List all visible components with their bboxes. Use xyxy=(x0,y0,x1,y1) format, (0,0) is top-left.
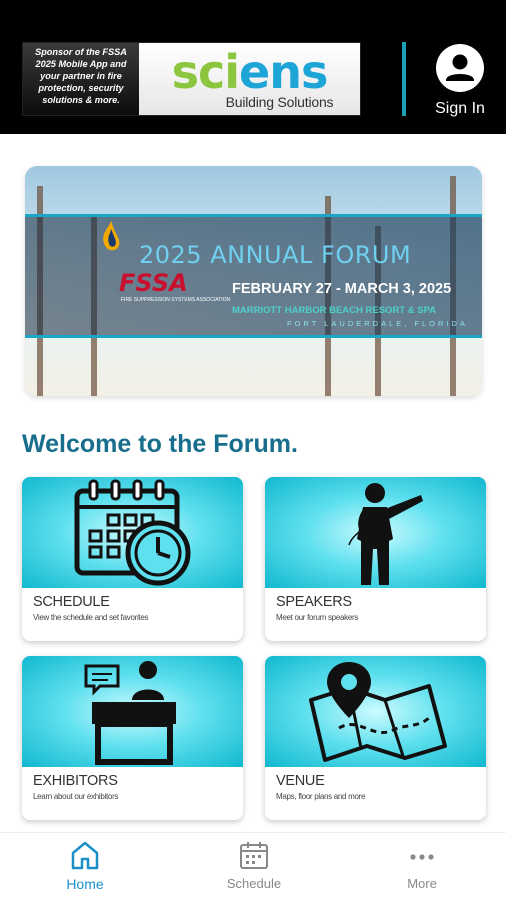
venue-card-subtitle: Maps, floor plans and more xyxy=(276,792,366,801)
nav-more-label: More xyxy=(407,876,437,891)
schedule-card[interactable]: SCHEDULE View the schedule and set favor… xyxy=(22,477,243,641)
fssa-tagline: FIRE SUPPRESSION SYSTEMS ASSOCIATION xyxy=(121,297,231,303)
sponsor-banner[interactable]: Sponsor of the FSSA 2025 Mobile App and … xyxy=(22,42,361,116)
speakers-card[interactable]: SPEAKERS Meet our forum speakers xyxy=(265,477,486,641)
home-icon xyxy=(71,841,99,870)
speakers-card-subtitle: Meet our forum speakers xyxy=(276,613,359,622)
fssa-logo-text: FSSA xyxy=(119,269,188,297)
map-pin-icon xyxy=(309,662,447,762)
sign-in-label: Sign In xyxy=(435,100,485,117)
exhibitors-card[interactable]: EXHIBITORS Learn about our exhibitors xyxy=(22,656,243,820)
venue-card-title: VENUE xyxy=(276,773,325,789)
exhibitors-card-title: EXHIBITORS xyxy=(33,773,118,789)
calendar-icon xyxy=(240,842,268,869)
nav-more[interactable]: More xyxy=(372,839,472,897)
app-header: Sponsor of the FSSA 2025 Mobile App and … xyxy=(0,0,506,134)
nav-home[interactable]: Home xyxy=(35,839,135,897)
nav-schedule-label: Schedule xyxy=(226,876,282,891)
forum-banner[interactable]: FSSA FIRE SUPPRESSION SYSTEMS ASSOCIATIO… xyxy=(25,166,482,396)
exhibitors-card-subtitle: Learn about our exhibitors xyxy=(33,792,119,801)
forum-dates: FEBRUARY 27 - MARCH 3, 2025 xyxy=(232,281,452,297)
nav-schedule[interactable]: Schedule xyxy=(204,839,304,897)
brand-name: sciens xyxy=(171,44,329,99)
forum-venue: MARRIOTT HARBOR BEACH RESORT & SPA xyxy=(232,305,437,316)
schedule-card-title: SCHEDULE xyxy=(33,594,110,610)
nav-home-label: Home xyxy=(66,876,104,892)
bottom-nav: Home Schedule More xyxy=(0,832,506,900)
speakers-card-title: SPEAKERS xyxy=(276,594,352,610)
forum-title: 2025 ANNUAL FORUM xyxy=(139,241,412,269)
forum-info-strip: FSSA FIRE SUPPRESSION SYSTEMS ASSOCIATIO… xyxy=(25,214,482,338)
welcome-heading: Welcome to the Forum. xyxy=(22,430,298,458)
exhibitor-booth-icon xyxy=(84,661,176,765)
presenter-icon xyxy=(348,483,423,585)
header-divider xyxy=(402,42,406,116)
more-dots-icon xyxy=(410,854,434,860)
user-avatar-icon xyxy=(436,44,484,92)
sponsor-logo: sciens Building Solutions xyxy=(139,43,360,115)
forum-city: FORT LAUDERDALE, FLORIDA xyxy=(287,319,468,328)
schedule-card-subtitle: View the schedule and set favorites xyxy=(33,613,149,622)
sign-in-button[interactable]: Sign In xyxy=(422,44,498,118)
brand-subtitle: Building Solutions xyxy=(225,93,334,110)
venue-card[interactable]: VENUE Maps, floor plans and more xyxy=(265,656,486,820)
sponsor-text: Sponsor of the FSSA 2025 Mobile App and … xyxy=(23,43,139,115)
calendar-clock-icon xyxy=(74,479,191,586)
